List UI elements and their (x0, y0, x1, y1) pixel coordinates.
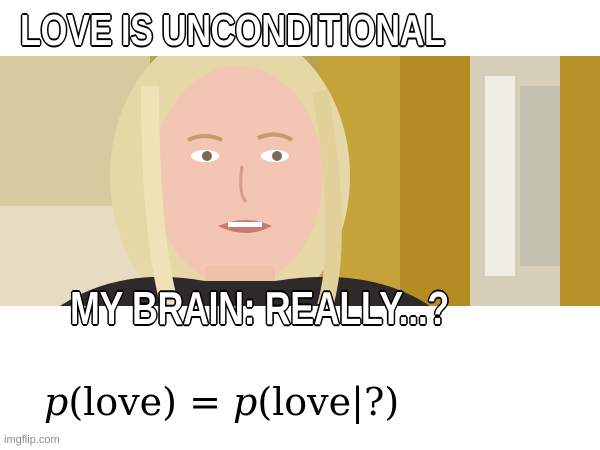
formula-bar: | (351, 380, 364, 424)
photo-illustration (0, 56, 600, 306)
formula-right-open: ( (257, 380, 273, 424)
formula-right-arg: love (272, 380, 352, 424)
photo-woman-confused (0, 56, 600, 306)
formula-left-arg: love (83, 380, 163, 424)
meme-canvas: LOVE IS UNCONDITIONAL MY BRAIN: REALLY..… (0, 0, 600, 450)
top-caption: LOVE IS UNCONDITIONAL (19, 5, 446, 56)
formula-left-open: ( (68, 380, 84, 424)
bottom-caption: MY BRAIN: REALLY...? (69, 281, 450, 335)
formula-equals: = (176, 380, 233, 424)
imgflip-watermark: imgflip.com (4, 434, 60, 446)
formula-condition: ? (363, 380, 385, 424)
probability-formula: p(love) = p(love|?) (44, 372, 584, 432)
formula-p-right: p (232, 380, 258, 424)
formula-right-close: ) (384, 380, 400, 424)
formula-left-close: ) (162, 380, 177, 424)
formula-p-left: p (44, 380, 69, 424)
